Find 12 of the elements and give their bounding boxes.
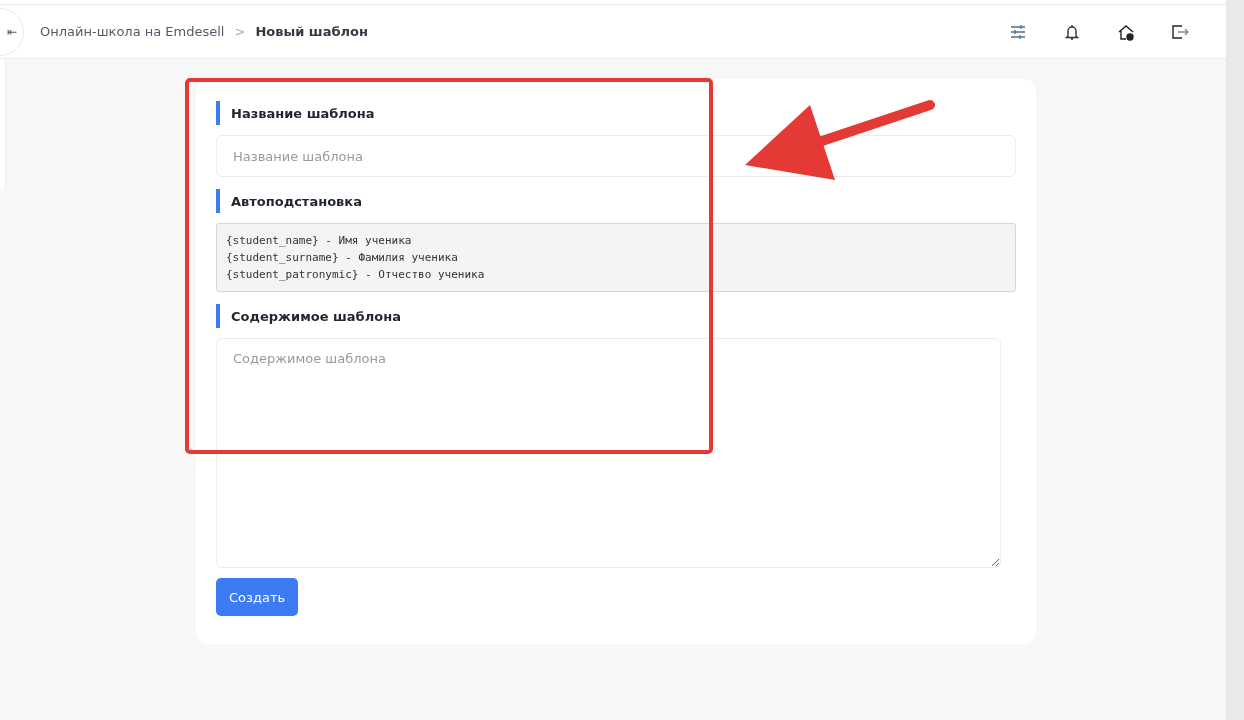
create-button[interactable]: Создать [216, 578, 299, 616]
template-name-field[interactable]: Название шаблона [216, 135, 1016, 177]
section-label: Автоподстановка [216, 189, 1016, 213]
code-line: {student_patronymic} - Отчество ученика [226, 268, 486, 281]
code-line: {student_name} - Имя ученика [226, 234, 413, 247]
collapse-sidebar-button[interactable]: ⇤ [0, 7, 24, 56]
breadcrumb-item: Новый шаблон [255, 24, 368, 39]
breadcrumb-separator: > [234, 24, 246, 39]
breadcrumb-item[interactable]: Онлайн-школа на Emdesell [40, 24, 225, 39]
section-label: Содержимое шаблона [216, 304, 1016, 328]
template-content-field[interactable]: Содержимое шаблона [216, 338, 1001, 568]
code-line: {student_surname} - Фамилия ученика [226, 251, 459, 264]
